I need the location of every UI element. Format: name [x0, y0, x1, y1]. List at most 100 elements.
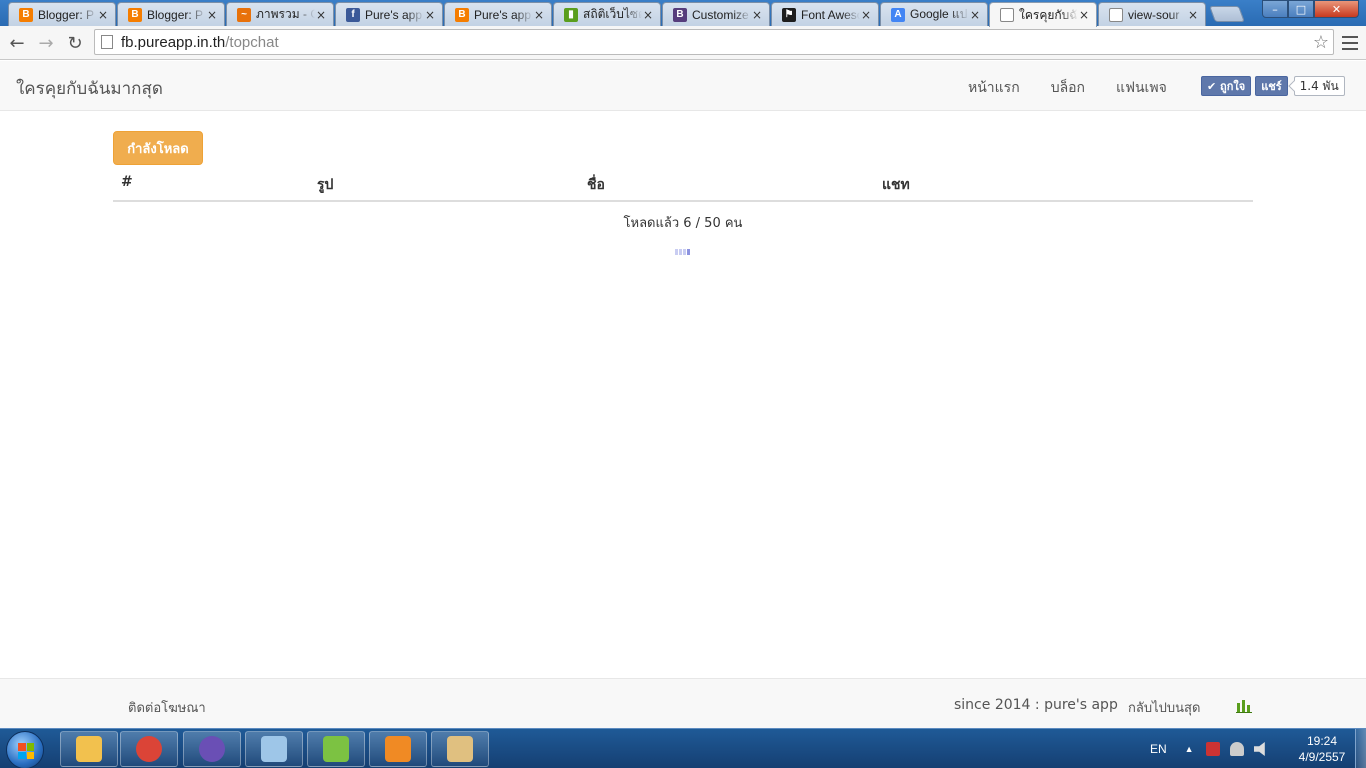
start-button[interactable]: [6, 731, 44, 768]
nav-link-blog[interactable]: บล็อก: [1051, 77, 1085, 99]
nav-link-fanpage[interactable]: แฟนเพจ: [1116, 77, 1167, 99]
tab-title: ใครคุยกับฉั: [1019, 7, 1078, 22]
page-icon: [101, 35, 113, 49]
tab-close-icon[interactable]: ×: [969, 8, 981, 22]
menu-bar-icon: [1342, 48, 1358, 50]
loader-bar: [679, 249, 682, 255]
notepad-icon: [261, 736, 287, 762]
tab-title: Pure's app: [474, 7, 531, 22]
taskbar-app-app-cat[interactable]: [183, 731, 241, 767]
tab-title: Font Aweso: [801, 7, 860, 22]
tab-title: สถิติเว็บไซต์: [583, 7, 642, 21]
tab-close-icon[interactable]: ×: [751, 8, 763, 22]
flag-icon: ⚑: [782, 7, 796, 22]
tab-title: view-sour: [1128, 7, 1180, 22]
tab-close-icon[interactable]: ×: [1078, 8, 1090, 22]
stats-icon: ▮: [564, 7, 578, 22]
browser-tab[interactable]: B Blogger: P ×: [8, 2, 116, 26]
windows-logo-icon: [18, 743, 34, 759]
browser-tab[interactable]: ▮ สถิติเว็บไซต์ ×: [553, 2, 661, 26]
bootstrap-icon: B: [673, 7, 687, 22]
stats-counter-icon[interactable]: [1236, 699, 1252, 713]
load-progress-text: โหลดแล้ว 6 / 50 คน: [623, 216, 743, 231]
cat-icon: [199, 736, 225, 762]
column-header-rank: #: [121, 174, 133, 190]
browser-toolbar: ← → ↻ fb.pureapp.in.th/topchat ☆: [0, 26, 1366, 60]
column-header-chat: แชท: [882, 177, 910, 193]
new-tab-button[interactable]: [1209, 6, 1245, 22]
loader-bar: [683, 249, 686, 255]
facebook-icon: f: [346, 7, 360, 22]
browser-tab[interactable]: ⚑ Font Aweso ×: [771, 2, 879, 26]
tab-close-icon[interactable]: ×: [424, 8, 436, 22]
chrome-menu-button[interactable]: [1340, 33, 1360, 53]
window-controls: – □ ✕: [1262, 0, 1359, 18]
window-close-button[interactable]: ✕: [1314, 0, 1359, 18]
network-icon[interactable]: [1205, 742, 1220, 756]
clock-time: 19:24: [1306, 734, 1338, 748]
tab-close-icon[interactable]: ×: [533, 8, 545, 22]
facebook-like-button[interactable]: ✔ ถูกใจ: [1201, 76, 1252, 96]
chat-table-header: # รูป ชื่อ แชท: [113, 172, 1253, 202]
bookmark-star-icon[interactable]: ☆: [1313, 32, 1329, 53]
system-clock[interactable]: 19:24 4/9/2557: [1296, 733, 1348, 765]
notification-flag-icon[interactable]: [1229, 742, 1244, 756]
back-arrow-icon: ←: [9, 32, 25, 54]
tab-close-icon[interactable]: ×: [97, 8, 109, 22]
browser-tab[interactable]: view-sour ×: [1098, 2, 1206, 26]
loader-bar: [687, 249, 690, 255]
tab-close-icon[interactable]: ×: [1187, 8, 1199, 22]
tab-title: Blogger: P: [147, 7, 204, 22]
facebook-share-button[interactable]: แชร์: [1255, 76, 1288, 96]
browser-tab[interactable]: B Blogger: P ×: [117, 2, 225, 26]
notepadpp-icon: [323, 736, 349, 762]
address-bar[interactable]: fb.pureapp.in.th/topchat ☆: [94, 29, 1334, 55]
windows-taskbar: EN ▲ 19:24 4/9/2557: [0, 728, 1366, 768]
volume-icon[interactable]: [1253, 742, 1265, 756]
translate-icon: A: [891, 7, 905, 22]
tab-close-icon[interactable]: ×: [206, 8, 218, 22]
blogger-icon: B: [455, 7, 469, 22]
browser-tab[interactable]: f Pure's app ×: [335, 2, 443, 26]
back-to-top-link[interactable]: กลับไปบนสุด: [1128, 697, 1200, 718]
language-indicator[interactable]: EN: [1150, 742, 1167, 756]
taskbar-app-notepad-plus[interactable]: [307, 731, 365, 767]
taskbar-app-chrome[interactable]: [120, 731, 178, 767]
taskbar-app-media-player[interactable]: [369, 731, 427, 767]
chrome-icon: [136, 736, 162, 762]
facebook-like-widget: ✔ ถูกใจ แชร์ 1.4 พัน: [1201, 76, 1345, 96]
reload-button[interactable]: ↻: [63, 31, 87, 55]
loading-button[interactable]: กำลังโหลด: [113, 131, 203, 165]
tab-close-icon[interactable]: ×: [860, 8, 872, 22]
nav-links: หน้าแรก บล็อก แฟนเพจ: [968, 77, 1198, 99]
tab-close-icon[interactable]: ×: [315, 8, 327, 22]
browser-tab[interactable]: ~ ภาพรวม - G ×: [226, 2, 334, 26]
window-minimize-button[interactable]: –: [1262, 0, 1288, 18]
browser-tab[interactable]: A Google แป ×: [880, 2, 988, 26]
nav-link-home[interactable]: หน้าแรก: [968, 77, 1020, 99]
contact-ads-link[interactable]: ติดต่อโฆษณา: [128, 697, 206, 718]
menu-bar-icon: [1342, 42, 1358, 44]
browser-tab[interactable]: ใครคุยกับฉั ×: [989, 2, 1097, 27]
site-brand[interactable]: ใครคุยกับฉันมากสุด: [16, 75, 163, 102]
browser-tab[interactable]: B Customize ×: [662, 2, 770, 26]
browser-tab[interactable]: B Pure's app ×: [444, 2, 552, 26]
column-header-name: ชื่อ: [587, 177, 605, 193]
taskbar-app-explorer[interactable]: [60, 731, 118, 767]
show-desktop-button[interactable]: [1355, 729, 1366, 768]
loader-bar: [675, 249, 678, 255]
paint-icon: [447, 736, 473, 762]
loading-spinner-icon: [675, 249, 690, 255]
forward-arrow-icon: →: [38, 32, 54, 54]
tab-close-icon[interactable]: ×: [642, 8, 654, 22]
url-host: fb.pureapp.in.th: [121, 33, 226, 51]
taskbar-app-notepad[interactable]: [245, 731, 303, 767]
tab-title: Blogger: P: [38, 7, 95, 22]
system-tray: EN ▲: [1150, 729, 1278, 768]
taskbar-app-paint[interactable]: [431, 731, 489, 767]
window-maximize-button[interactable]: □: [1288, 0, 1314, 18]
show-hidden-icons-icon[interactable]: ▲: [1185, 744, 1194, 754]
back-button[interactable]: ←: [5, 31, 29, 55]
tab-title: Google แป: [910, 7, 968, 21]
forward-button[interactable]: →: [34, 31, 58, 55]
